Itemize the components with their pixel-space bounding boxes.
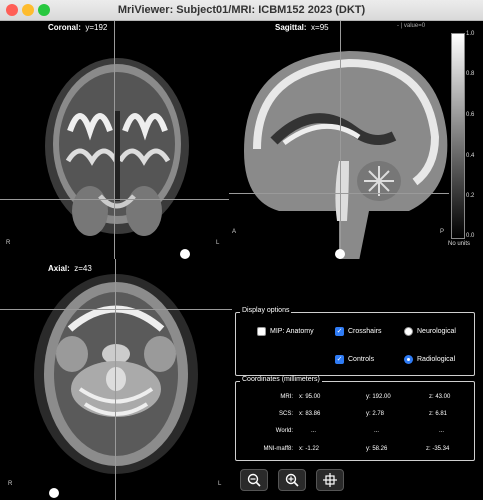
- coord-value[interactable]: z: 6.81: [429, 411, 447, 417]
- coord-row-label: MRI:: [280, 394, 293, 400]
- coord-value[interactable]: x: 95.00: [299, 394, 320, 400]
- coronal-orient-right: L: [216, 240, 220, 246]
- mip-anatomy-label: MIP: Anatomy: [270, 328, 314, 335]
- axial-slice-handle[interactable]: [49, 488, 59, 498]
- coronal-crosshair-horizontal: [0, 199, 229, 200]
- coord-value[interactable]: y: 192.00: [366, 394, 391, 400]
- radio-icon: [404, 327, 413, 336]
- neurological-radio[interactable]: Neurological: [404, 327, 456, 336]
- colorbar-units: No units: [448, 241, 471, 247]
- checkbox-icon: [257, 327, 266, 336]
- radiological-radio[interactable]: Radiological: [404, 355, 455, 364]
- zoom-in-button[interactable]: [278, 469, 306, 491]
- sagittal-crosshair-vertical: [340, 21, 341, 259]
- coord-value[interactable]: ...: [439, 428, 444, 434]
- coord-value[interactable]: x: -1.22: [299, 446, 319, 452]
- coord-value[interactable]: y: 58.26: [366, 446, 387, 452]
- window-title: MriViewer: Subject01/MRI: ICBM152 2023 (…: [117, 4, 366, 16]
- coord-value[interactable]: ...: [374, 428, 379, 434]
- colorbar-tick: 0.2: [466, 193, 475, 199]
- crosshairs-checkbox[interactable]: ✓ Crosshairs: [335, 327, 381, 336]
- colorbar-tick: 0.0: [466, 233, 475, 239]
- sagittal-value-readout: - | value=0: [397, 23, 426, 29]
- coord-row-label: World:: [275, 428, 293, 434]
- colorbar-tick: 0.8: [466, 71, 475, 77]
- display-options-title: Display options: [240, 307, 292, 314]
- checkmark-icon: ✓: [335, 327, 344, 336]
- colorbar: [451, 33, 465, 239]
- axial-orient-left: R: [8, 481, 13, 487]
- coord-value[interactable]: ...: [311, 428, 316, 434]
- zoom-out-icon: [247, 473, 261, 487]
- coord-value[interactable]: z: 43.00: [429, 394, 450, 400]
- zoom-out-button[interactable]: [240, 469, 268, 491]
- sagittal-view[interactable]: Sagittal: x=95 - | value=0 A P 1.0 0.8 0…: [229, 21, 483, 259]
- sagittal-crosshair-horizontal: [229, 193, 449, 194]
- coronal-label: Coronal: y=192: [48, 23, 108, 32]
- sagittal-orient-right: P: [440, 229, 445, 235]
- coronal-crosshair-vertical: [114, 21, 115, 259]
- coordinates-title: Coordinates (millimeters): [240, 376, 322, 383]
- coronal-view[interactable]: Coronal: y=192 R L: [0, 21, 229, 259]
- coord-value[interactable]: z: -35.34: [426, 446, 449, 452]
- axial-slice-image: [34, 274, 198, 474]
- coordinates-panel: Coordinates (millimeters) MRI: x: 95.00 …: [235, 376, 475, 461]
- checkmark-icon: ✓: [335, 355, 344, 364]
- axial-orient-right: L: [218, 481, 222, 487]
- colorbar-tick: 0.4: [466, 153, 475, 159]
- colorbar-tick: 1.0: [466, 31, 475, 37]
- coronal-orient-left: R: [6, 240, 11, 246]
- zoom-in-icon: [285, 473, 299, 487]
- axial-crosshair-horizontal: [0, 309, 232, 310]
- sagittal-slice-image: [244, 51, 448, 259]
- coronal-slice-handle[interactable]: [180, 249, 190, 259]
- mip-anatomy-checkbox[interactable]: MIP: Anatomy: [257, 327, 314, 336]
- coord-row-label: MNI-maff8:: [263, 446, 293, 452]
- recenter-button[interactable]: [316, 469, 344, 491]
- title-bar: MriViewer: Subject01/MRI: ICBM152 2023 (…: [0, 0, 483, 21]
- recenter-icon: [323, 473, 337, 487]
- display-options-panel: Display options MIP: Anatomy ✓ Crosshair…: [235, 307, 475, 376]
- sagittal-label: Sagittal: x=95: [275, 23, 329, 32]
- coord-row-label: SCS:: [278, 411, 293, 417]
- axial-view[interactable]: Axial: z=43 R L: [0, 259, 232, 500]
- axial-crosshair-vertical: [115, 259, 116, 500]
- neurological-label: Neurological: [417, 328, 456, 335]
- controls-checkbox[interactable]: ✓ Controls: [335, 355, 374, 364]
- mri-viewer-window: MriViewer: Subject01/MRI: ICBM152 2023 (…: [0, 0, 483, 500]
- sagittal-slice-handle[interactable]: [335, 249, 345, 259]
- radiological-label: Radiological: [417, 356, 456, 363]
- coord-value[interactable]: x: 83.86: [299, 411, 320, 417]
- axial-label: Axial: z=43: [48, 264, 92, 273]
- radio-selected-icon: [404, 355, 413, 364]
- coord-value[interactable]: y: 2.78: [366, 411, 384, 417]
- sagittal-orient-left: A: [232, 229, 237, 235]
- controls-label: Controls: [348, 356, 375, 363]
- crosshairs-label: Crosshairs: [348, 328, 382, 335]
- colorbar-tick: 0.6: [466, 112, 475, 118]
